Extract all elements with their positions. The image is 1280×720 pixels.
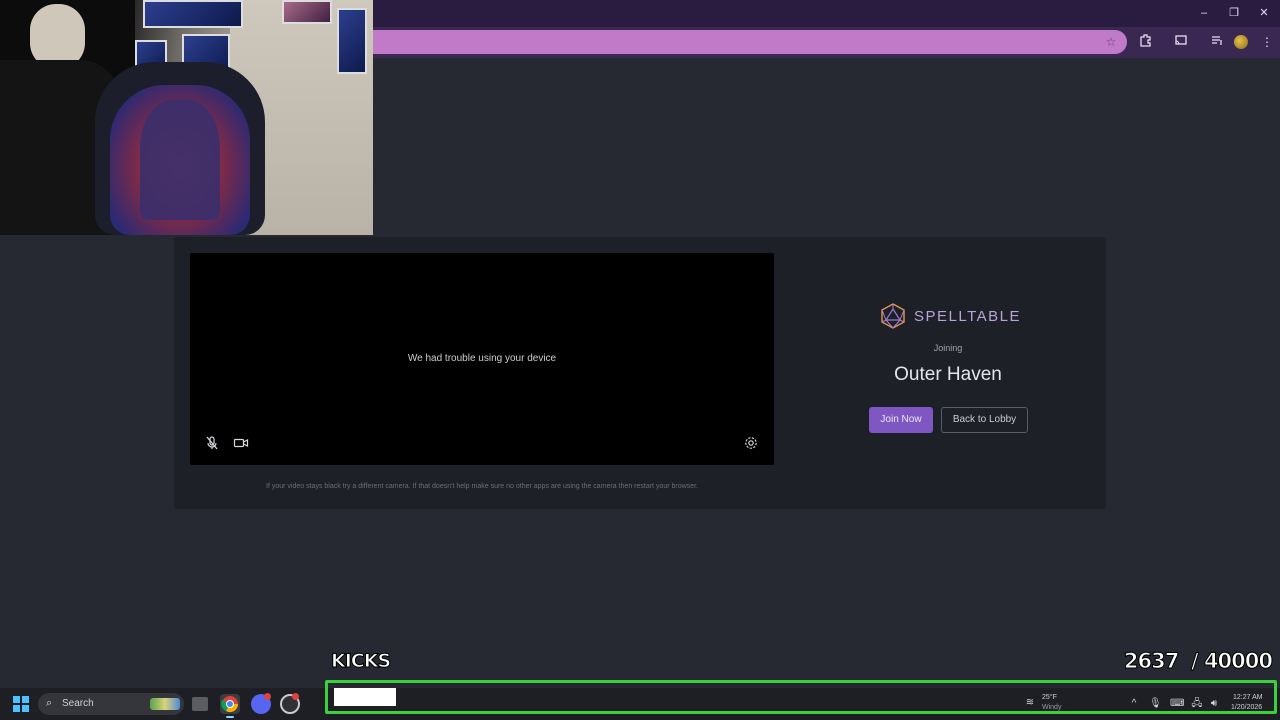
- goal-progress-fill: [334, 688, 396, 706]
- bookmark-star-icon[interactable]: ☆: [1102, 33, 1120, 51]
- chrome-taskbar-item[interactable]: [220, 694, 240, 714]
- goal-label: KICKS: [330, 650, 391, 673]
- back-to-lobby-button[interactable]: Back to Lobby: [941, 407, 1028, 433]
- settings-icon[interactable]: [743, 435, 759, 451]
- maximize-button[interactable]: ❐: [1223, 5, 1245, 21]
- profile-avatar[interactable]: [1234, 35, 1248, 49]
- task-view-icon[interactable]: [192, 697, 208, 711]
- joining-label: Joining: [933, 343, 963, 353]
- d20-logo-icon: [881, 303, 905, 329]
- browser-menu-icon[interactable]: ⋮: [1258, 33, 1276, 51]
- camera-icon[interactable]: [233, 435, 249, 451]
- search-highlight-icon: [150, 698, 180, 710]
- camera-troubleshoot-hint: If your video stays black try a differen…: [266, 483, 698, 490]
- room-name: Outer Haven: [894, 364, 1002, 385]
- goal-progress-bar: [325, 680, 1277, 714]
- close-button[interactable]: ✕: [1253, 5, 1275, 21]
- app-badge: [292, 693, 299, 700]
- mic-off-icon[interactable]: [204, 435, 220, 451]
- extensions-icon[interactable]: [1137, 33, 1155, 51]
- media-controls-icon[interactable]: [1208, 33, 1226, 51]
- spelltable-brand: SPELLTABLE: [880, 303, 1021, 329]
- device-error-message: We had trouble using your device: [407, 353, 557, 364]
- start-button[interactable]: [13, 696, 29, 712]
- goal-counter: 2637 / 40000: [1123, 649, 1273, 674]
- search-label: Search: [62, 698, 94, 709]
- brand-name: SPELLTABLE: [914, 307, 1021, 325]
- join-now-button[interactable]: Join Now: [869, 407, 933, 433]
- active-app-indicator: [226, 716, 234, 718]
- webcam-overlay: [0, 0, 373, 235]
- minimize-button[interactable]: –: [1193, 5, 1215, 21]
- camera-preview: We had trouble using your device: [190, 253, 774, 465]
- cast-icon[interactable]: [1172, 33, 1190, 51]
- discord-badge: [264, 693, 271, 700]
- search-icon: ⌕: [46, 697, 53, 709]
- address-bar[interactable]: [373, 30, 1127, 54]
